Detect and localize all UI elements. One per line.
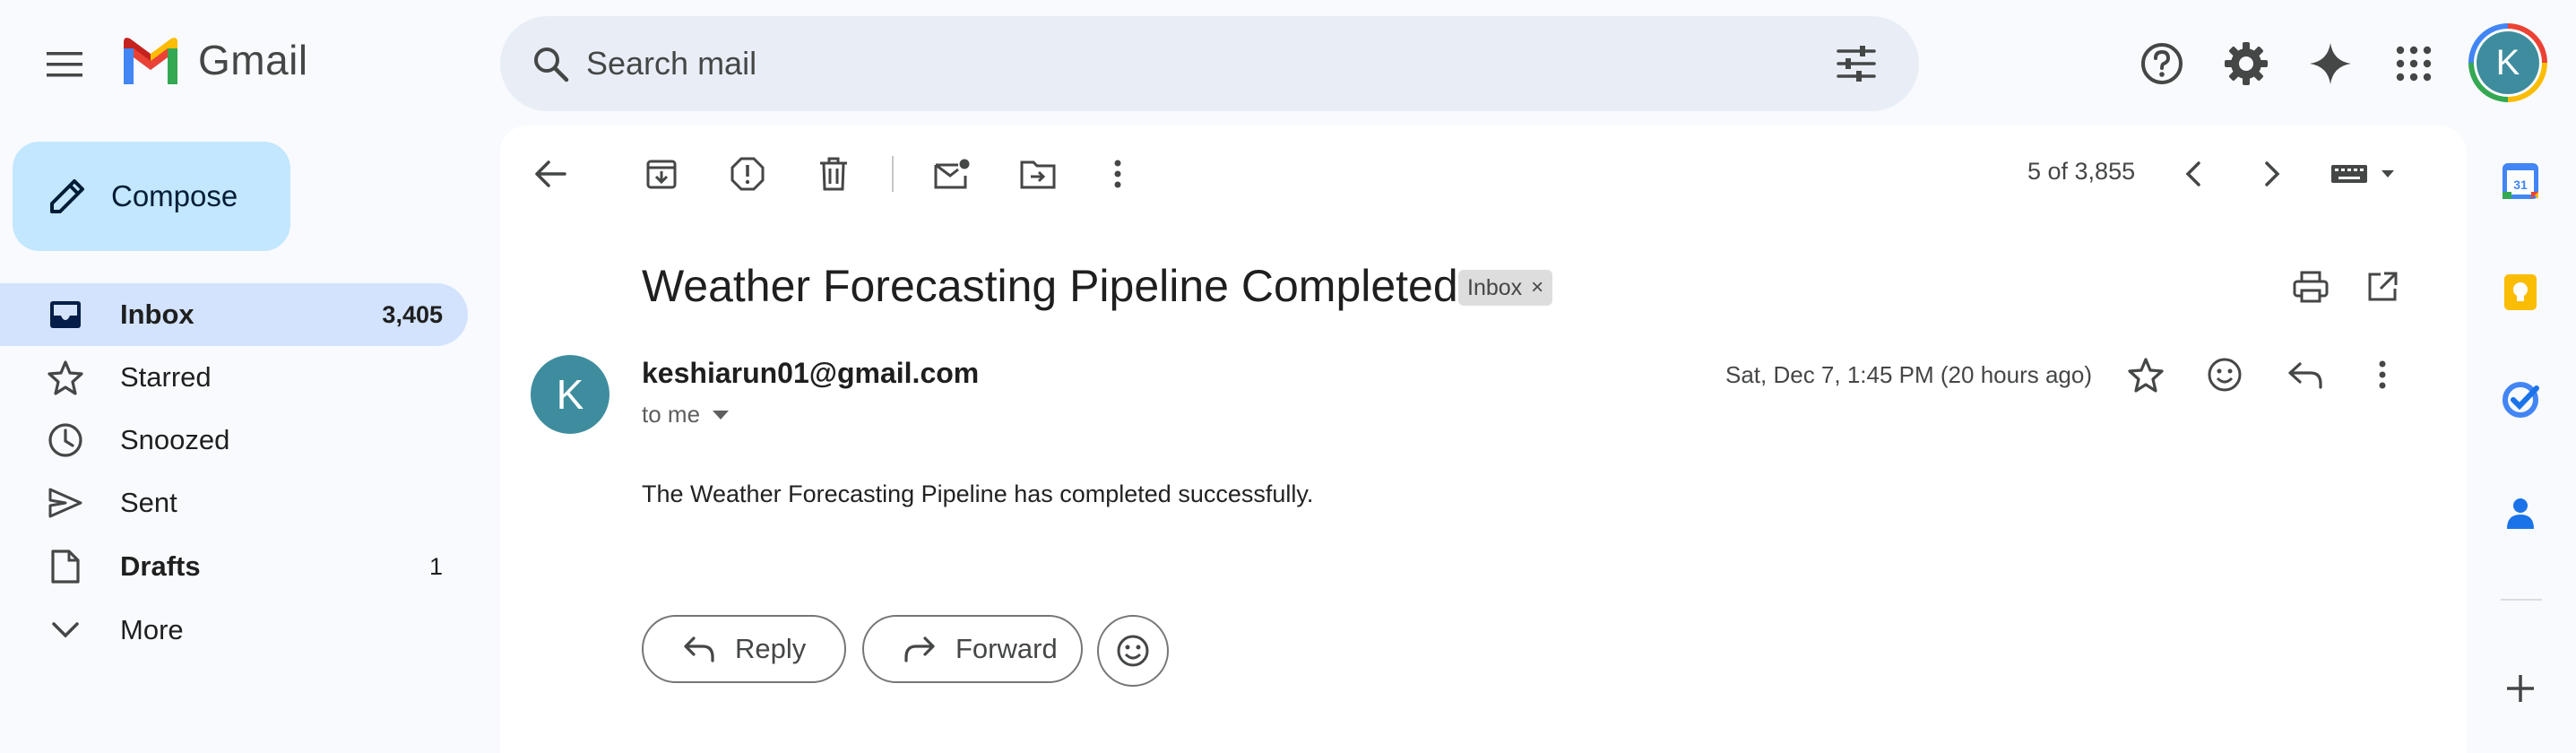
sidebar-item-label: Inbox (120, 299, 194, 330)
account-avatar-button[interactable]: K (2468, 23, 2547, 102)
clock-icon (45, 420, 86, 461)
label-chip-text: Inbox (1467, 274, 1523, 300)
search-bar[interactable]: Search mail (500, 16, 1919, 111)
add-reaction-icon[interactable] (2196, 346, 2253, 403)
keep-icon[interactable] (2495, 267, 2546, 317)
unread-count: 3,405 (382, 300, 443, 328)
back-arrow-icon[interactable] (522, 145, 579, 203)
emoji-icon (1117, 635, 1149, 667)
remove-label-icon[interactable]: × (1531, 275, 1543, 300)
message-date: Sat, Dec 7, 1:45 PM (20 hours ago) (1725, 361, 2092, 388)
hamburger-icon (47, 52, 82, 77)
archive-icon[interactable] (633, 145, 690, 203)
sidebar-item-inbox[interactable]: Inbox 3,405 (0, 283, 468, 346)
item-count: 1 (428, 552, 443, 580)
pencil-icon (45, 174, 90, 219)
main-menu-button[interactable] (39, 39, 90, 90)
sidebar-item-label: Snoozed (120, 424, 230, 455)
chevron-down-icon (45, 610, 86, 651)
calendar-icon[interactable]: 31 (2495, 156, 2546, 206)
search-icon[interactable] (525, 39, 575, 89)
search-input[interactable]: Search mail (586, 45, 1829, 82)
avatar: K (2477, 31, 2539, 94)
reply-label: Reply (735, 633, 807, 664)
print-icon[interactable] (2282, 258, 2339, 316)
emoji-reaction-button[interactable] (1097, 615, 1169, 687)
svg-text:31: 31 (2513, 177, 2528, 192)
caret-down-icon (713, 410, 730, 420)
sidebar-item-sent[interactable]: Sent (0, 472, 468, 534)
sidebar-item-starred[interactable]: Starred (0, 346, 468, 409)
compose-label: Compose (111, 179, 238, 212)
move-to-icon[interactable] (1009, 145, 1067, 203)
reply-icon[interactable] (2277, 346, 2334, 403)
sidebar-item-snoozed[interactable]: Snoozed (0, 409, 468, 472)
sender-avatar: K (531, 355, 609, 434)
compose-button[interactable]: Compose (13, 142, 290, 251)
sidebar-item-label: Starred (120, 361, 212, 393)
recipient-details-toggle[interactable]: to me (642, 401, 730, 428)
settings-gear-icon[interactable] (2215, 32, 2278, 95)
newer-chevron-left-icon[interactable] (2165, 145, 2222, 203)
sidebar-item-more[interactable]: More (0, 599, 468, 662)
app-name: Gmail (198, 37, 308, 83)
apps-grid-icon[interactable] (2382, 32, 2445, 95)
input-tools-keyboard-icon[interactable] (2325, 145, 2406, 203)
label-chip-inbox[interactable]: Inbox × (1458, 270, 1553, 306)
reply-arrow-icon (679, 629, 719, 669)
sender-email[interactable]: keshiarun01@gmail.com (642, 357, 979, 390)
message-body: The Weather Forecasting Pipeline has com… (642, 480, 1314, 507)
open-new-window-icon[interactable] (2354, 258, 2411, 316)
mark-unread-icon[interactable] (923, 145, 981, 203)
report-spam-icon[interactable] (719, 145, 776, 203)
search-options-icon[interactable] (1829, 37, 1883, 91)
gemini-sparkle-icon[interactable] (2299, 32, 2362, 95)
email-subject: Weather Forecasting Pipeline Completed (642, 261, 1458, 311)
help-icon[interactable] (2131, 32, 2193, 95)
contacts-icon[interactable] (2495, 488, 2546, 538)
forward-arrow-icon (900, 629, 939, 669)
sidebar-item-label: Drafts (120, 550, 201, 582)
add-icon[interactable] (2495, 663, 2546, 714)
toolbar-divider (892, 156, 894, 192)
star-message-icon[interactable] (2117, 346, 2174, 403)
gmail-logo[interactable]: Gmail (119, 36, 308, 84)
delete-trash-icon[interactable] (805, 145, 862, 203)
message-more-vert-icon[interactable] (2354, 346, 2411, 403)
tasks-icon[interactable] (2495, 375, 2546, 425)
reply-button[interactable]: Reply (642, 615, 846, 683)
send-icon (45, 482, 86, 524)
gmail-m-icon (119, 36, 182, 84)
draft-icon (45, 546, 86, 587)
sidebar-item-label: Sent (120, 487, 177, 518)
recipient-text: to me (642, 401, 701, 428)
forward-button[interactable]: Forward (862, 615, 1083, 683)
more-vert-icon[interactable] (1089, 145, 1146, 203)
older-chevron-right-icon[interactable] (2243, 145, 2301, 203)
pagination-text: 5 of 3,855 (2027, 158, 2136, 185)
sidebar-item-label: More (120, 614, 184, 645)
forward-label: Forward (955, 633, 1058, 664)
sidebar-item-drafts[interactable]: Drafts 1 (0, 535, 468, 598)
star-icon (45, 357, 86, 398)
rail-divider (2501, 599, 2542, 601)
inbox-icon (45, 294, 86, 335)
